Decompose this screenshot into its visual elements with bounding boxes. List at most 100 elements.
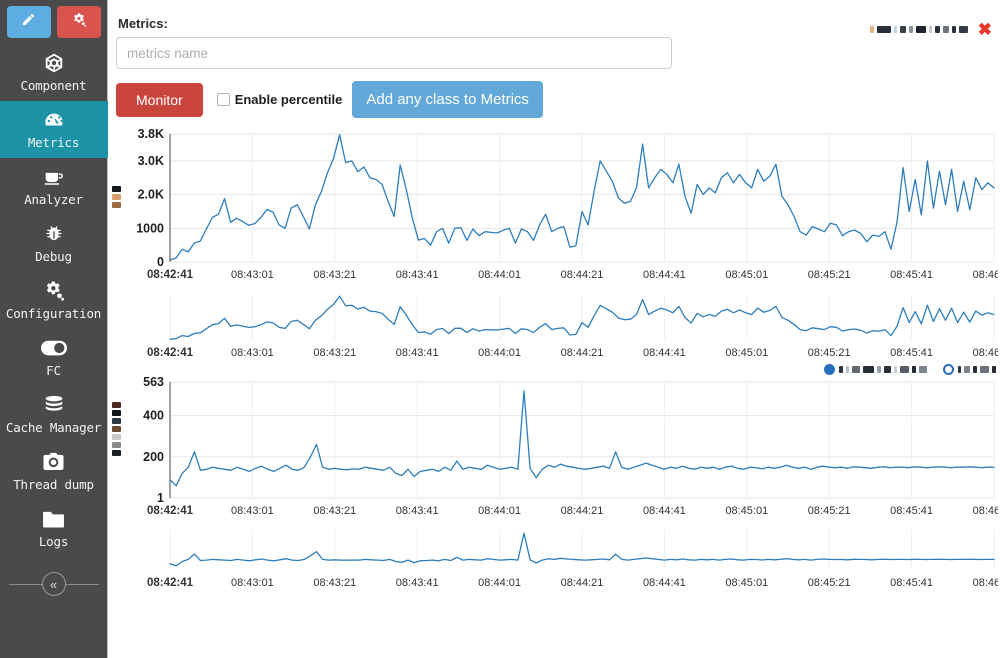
legend-item[interactable] (824, 364, 927, 375)
svg-text:08:43:21: 08:43:21 (313, 505, 356, 517)
camera-icon (42, 450, 65, 474)
svg-text:08:44:21: 08:44:21 (561, 347, 604, 359)
sidebar-item-label: Thread dump (13, 477, 94, 492)
svg-text:08:45:41: 08:45:41 (890, 577, 933, 589)
svg-text:400: 400 (143, 409, 164, 423)
svg-text:08:45:21: 08:45:21 (808, 577, 851, 589)
svg-text:08:43:01: 08:43:01 (231, 269, 274, 281)
svg-text:08:45:01: 08:45:01 (725, 577, 768, 589)
chart-canvas[interactable]: 08:42:41 08:43:01 08:43:21 08:43:41 08:44:01… (108, 524, 998, 592)
edit-button[interactable] (6, 6, 51, 38)
sidebar-collapse-button[interactable]: « (8, 571, 99, 597)
svg-text:08:45:21: 08:45:21 (808, 347, 851, 359)
svg-text:08:45:01: 08:45:01 (725, 505, 768, 517)
svg-text:08:43:01: 08:43:01 (231, 347, 274, 359)
folder-icon (42, 507, 65, 531)
sidebar-item-configuration[interactable]: Configuration (0, 272, 108, 329)
metrics-action-row: Monitor Enable percentile Add any class … (116, 81, 1000, 118)
svg-text:08:43:21: 08:43:21 (313, 347, 356, 359)
database-icon (43, 393, 65, 417)
svg-text:08:43:21: 08:43:21 (313, 577, 356, 589)
app-root: Component Metrics Analyzer Debug Configu… (0, 0, 1000, 658)
sidebar-item-label: Component (20, 78, 87, 93)
redacted-legend-label (839, 366, 927, 373)
enable-percentile-control[interactable]: Enable percentile (216, 92, 343, 107)
sidebar-item-analyzer[interactable]: Analyzer (0, 158, 108, 215)
svg-text:08:45:41: 08:45:41 (890, 269, 933, 281)
legend-marker-hollow-icon (943, 364, 954, 375)
sidebar: Component Metrics Analyzer Debug Configu… (0, 0, 108, 658)
svg-text:08:43:41: 08:43:41 (396, 505, 439, 517)
svg-text:08:44:01: 08:44:01 (478, 577, 521, 589)
legend-item[interactable] (943, 364, 996, 375)
chart-canvas[interactable]: 08:42:41 08:43:01 08:43:21 08:43:41 08:44:01… (108, 290, 998, 362)
svg-text:08:46:01: 08:46:01 (973, 577, 998, 589)
svg-text:08:43:01: 08:43:01 (231, 577, 274, 589)
component-icon (43, 51, 65, 75)
svg-text:1: 1 (157, 491, 164, 505)
chart-throughput-main: 0 1000 2.0K 3.0K 3.8K 08:42:41 08:43:01 08:43:2… (108, 124, 1000, 284)
sidebar-item-label: Logs (38, 534, 69, 549)
sidebar-item-label: Debug (35, 249, 72, 264)
svg-text:08:44:41: 08:44:41 (643, 347, 686, 359)
sidebar-item-metrics[interactable]: Metrics (0, 101, 108, 158)
sidebar-item-thread-dump[interactable]: Thread dump (0, 443, 108, 500)
redacted-legend-label (958, 366, 996, 373)
chart-canvas[interactable]: 0 1000 2.0K 3.0K 3.8K 08:42:41 08:43:01 08:43:2… (108, 124, 998, 284)
svg-text:08:44:21: 08:44:21 (561, 505, 604, 517)
chart-latency-main: 1 200 400 563 08:42:41 08:43:01 08:43:21 08:43:… (108, 364, 1000, 520)
monitor-button[interactable]: Monitor (116, 82, 203, 117)
main-content: ✖ Metrics: Monitor Enable percentile Add… (108, 0, 1000, 658)
add-class-to-metrics-button[interactable]: Add any class to Metrics (352, 81, 543, 118)
sidebar-top-buttons (6, 6, 101, 38)
svg-text:08:43:41: 08:43:41 (396, 347, 439, 359)
close-icon[interactable]: ✖ (978, 21, 992, 38)
svg-text:08:46:01: 08:46:01 (973, 505, 998, 517)
metrics-form: Metrics: Monitor Enable percentile Add a… (108, 0, 1000, 118)
metrics-name-input[interactable] (116, 37, 672, 69)
redacted-y-axis-title (112, 402, 121, 456)
svg-text:08:43:41: 08:43:41 (396, 577, 439, 589)
settings-button[interactable] (56, 6, 101, 38)
dashboard-icon (42, 108, 66, 132)
chart-throughput-mini: 08:42:41 08:43:01 08:43:21 08:43:41 08:44:01… (108, 290, 1000, 362)
gears-icon (71, 12, 87, 33)
sidebar-item-label: FC (46, 363, 61, 378)
svg-text:2.0K: 2.0K (138, 188, 164, 202)
svg-text:08:42:41: 08:42:41 (147, 505, 194, 517)
enable-percentile-label: Enable percentile (234, 92, 343, 107)
svg-text:08:45:21: 08:45:21 (808, 269, 851, 281)
svg-text:08:42:41: 08:42:41 (147, 577, 194, 589)
sidebar-item-fc[interactable]: FC (0, 329, 108, 386)
chevron-double-left-icon: « (41, 572, 66, 596)
enable-percentile-checkbox[interactable] (216, 93, 230, 106)
svg-text:08:44:01: 08:44:01 (478, 505, 521, 517)
svg-text:3.0K: 3.0K (138, 154, 164, 168)
sidebar-item-cache-manager[interactable]: Cache Manager (0, 386, 108, 443)
redacted-y-axis-title (112, 186, 121, 208)
sidebar-item-debug[interactable]: Debug (0, 215, 108, 272)
svg-text:563: 563 (143, 375, 164, 389)
svg-text:08:44:41: 08:44:41 (643, 269, 686, 281)
svg-text:1000: 1000 (136, 221, 164, 235)
svg-text:08:42:41: 08:42:41 (147, 269, 194, 281)
svg-text:08:45:21: 08:45:21 (808, 505, 851, 517)
sidebar-item-label: Analyzer (24, 192, 83, 207)
sidebar-item-label: Configuration (5, 306, 102, 321)
svg-text:08:45:41: 08:45:41 (890, 505, 933, 517)
svg-text:0: 0 (157, 255, 164, 269)
svg-text:08:43:01: 08:43:01 (231, 505, 274, 517)
svg-text:08:44:41: 08:44:41 (643, 577, 686, 589)
sidebar-item-component[interactable]: Component (0, 44, 108, 101)
svg-text:200: 200 (143, 450, 164, 464)
chart-canvas[interactable]: 1 200 400 563 08:42:41 08:43:01 08:43:21 08:43:… (108, 372, 998, 520)
sidebar-item-logs[interactable]: Logs (0, 500, 108, 557)
svg-text:08:42:41: 08:42:41 (147, 347, 194, 359)
svg-text:08:45:01: 08:45:01 (725, 269, 768, 281)
sidebar-item-label: Metrics (27, 135, 80, 150)
svg-text:08:43:21: 08:43:21 (313, 269, 356, 281)
metrics-label: Metrics: (118, 16, 168, 31)
svg-text:08:43:41: 08:43:41 (396, 269, 439, 281)
svg-text:08:44:41: 08:44:41 (643, 505, 686, 517)
svg-text:08:45:41: 08:45:41 (890, 347, 933, 359)
